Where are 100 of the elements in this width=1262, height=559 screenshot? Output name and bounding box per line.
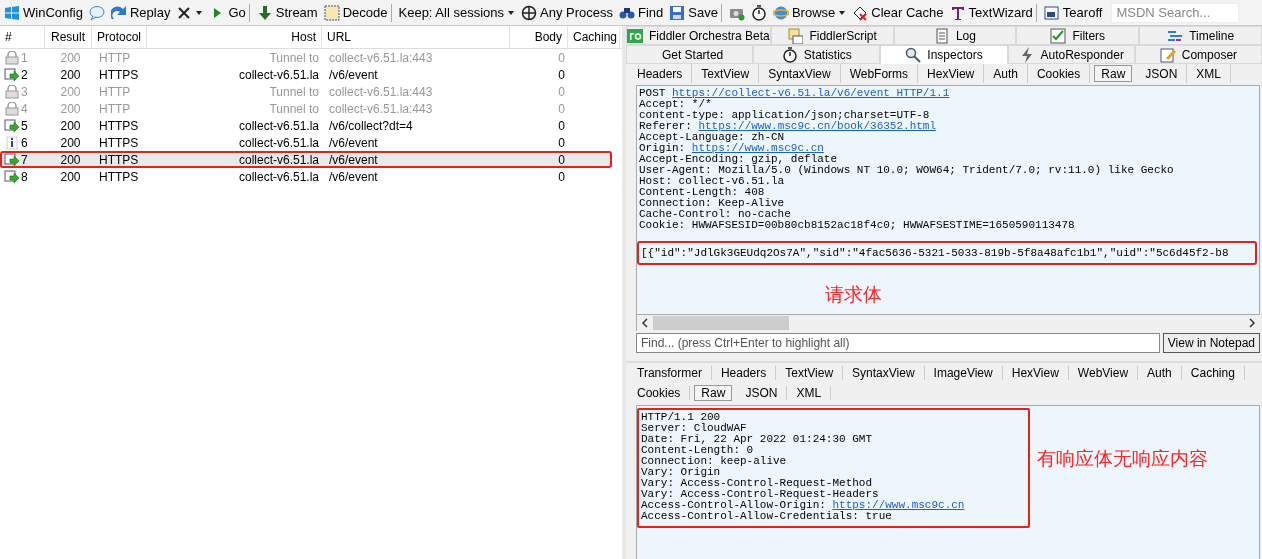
table-cell-text: collect-v6.51.la:443 — [328, 101, 434, 116]
tab[interactable]: JSON — [736, 386, 788, 400]
session-row[interactable]: 8 200 HTTPS collect-v6.51.la /v6/event 0 — [0, 168, 612, 185]
column-header[interactable]: Host — [147, 26, 322, 48]
table-cell-text: HTTP — [98, 50, 132, 65]
tab[interactable]: Auth — [984, 64, 1028, 83]
replay-icon — [110, 4, 127, 21]
tab[interactable]: Raw — [1094, 65, 1133, 82]
toolbar-button[interactable]: Clear Cache — [849, 1, 947, 24]
tab[interactable]: Headers — [711, 366, 777, 380]
header-line: Content-Length: 0 — [640, 445, 754, 456]
table-cell-text: 0 — [557, 84, 566, 99]
toolbar-button[interactable]: Go — [206, 3, 250, 22]
toolbar-button[interactable]: Decode — [320, 3, 392, 22]
header-line: POST https://collect-v6.51.la/v6/event HTTP/1.1 — [638, 88, 951, 99]
table-cell-text: 0 — [557, 152, 566, 167]
link[interactable]: https://www.msc9c.cn/book/36352.html — [698, 120, 937, 132]
link[interactable]: https://www.msc9c.cn — [691, 142, 824, 154]
session-row[interactable]: 7 200 HTTPS collect-v6.51.la /v6/event 0 — [0, 151, 612, 168]
tab[interactable]: Statistics — [753, 45, 881, 64]
tab[interactable]: Get Started — [626, 45, 754, 64]
header-line: Referer: https://www.msc9c.cn/book/36352.html — [638, 121, 938, 132]
session-row[interactable]: 5 200 HTTPS collect-v6.51.la /v6/collect?dt=4 0 — [0, 117, 612, 134]
row-number: 5 — [21, 118, 28, 133]
tab[interactable]: TextView — [692, 64, 760, 83]
column-header[interactable]: URL — [322, 26, 510, 48]
row-number: 1 — [21, 50, 28, 65]
fo-badge-icon — [627, 27, 643, 44]
tab[interactable]: SyntaxView — [843, 366, 925, 380]
toolbar-button[interactable]: Stream — [253, 1, 321, 24]
search-field[interactable]: MSDN Search... — [1111, 2, 1240, 23]
find-field[interactable]: Find... (press Ctrl+Enter to highlight all) — [636, 333, 1160, 353]
header-line: User-Agent: Mozilla/5.0 (Windows NT 10.0; WOW64; Trident/7.0; rv:11.0) like Gecko — [638, 165, 1175, 176]
view-in-notepad-button[interactable]: View in Notepad — [1162, 333, 1260, 353]
toolbar-button[interactable]: Keep: All sessions — [395, 1, 518, 24]
tab[interactable]: Timeline — [1139, 26, 1262, 45]
tab[interactable]: AutoResponder — [1007, 45, 1135, 64]
tab[interactable]: XML — [1187, 64, 1231, 83]
column-header[interactable]: # — [0, 26, 45, 48]
tab[interactable]: Inspectors — [880, 45, 1008, 64]
column-header[interactable]: Body — [510, 26, 568, 48]
header-line: Connection: Keep-Alive — [638, 198, 785, 209]
tab[interactable]: XML — [787, 386, 832, 400]
tab[interactable]: Cookies — [1027, 64, 1091, 83]
row-number: 8 — [21, 169, 28, 184]
tab[interactable]: SyntaxView — [759, 64, 841, 83]
tab[interactable]: ImageView — [924, 366, 1003, 380]
tab[interactable]: TextView — [776, 366, 844, 380]
tab[interactable]: HexView — [1002, 366, 1069, 380]
tab[interactable]: Composer — [1134, 45, 1262, 64]
pencil-note-icon — [1159, 46, 1176, 63]
checkbox-icon — [1050, 27, 1067, 44]
toolbar-button[interactable]: Browse — [769, 1, 850, 24]
row-number: 2 — [21, 67, 28, 82]
column-header[interactable]: Protocol — [92, 26, 147, 48]
link[interactable]: https://www.msc9c.cn — [832, 499, 965, 511]
tab[interactable]: FiddlerScript — [770, 26, 894, 45]
toolbar-button[interactable]: WinConfig — [1, 1, 86, 24]
lock-icon — [4, 84, 20, 99]
tab[interactable]: Log — [893, 26, 1017, 45]
tab[interactable]: Transformer — [628, 366, 712, 380]
table-cell-text: /v6/event — [328, 67, 379, 82]
stopwatch-icon — [781, 46, 798, 63]
tab[interactable]: Auth — [1138, 366, 1182, 380]
session-row[interactable]: 2 200 HTTPS collect-v6.51.la /v6/event 0 — [0, 66, 612, 83]
tab[interactable]: HexView — [918, 64, 985, 83]
header-line: Accept-Language: zh-CN — [638, 132, 785, 143]
tab[interactable]: Fiddler Orchestra Beta — [626, 26, 771, 45]
tab[interactable]: Cookies — [628, 386, 691, 400]
header-line: Vary: Access-Control-Request-Method — [640, 478, 873, 489]
tab[interactable]: Filters — [1016, 26, 1140, 45]
table-cell-text: Tunnel to — [268, 84, 320, 99]
toolbar-button[interactable]: Find — [616, 1, 667, 24]
session-row[interactable]: 6 200 HTTPS collect-v6.51.la /v6/event 0 — [0, 134, 612, 151]
tab[interactable]: WebView — [1068, 366, 1139, 380]
table-cell-text: HTTPS — [98, 135, 140, 150]
header-line: Date: Fri, 22 Apr 2022 01:24:30 GMT — [640, 434, 874, 445]
tab[interactable]: Caching — [1181, 366, 1245, 380]
table-cell-text: collect-v6.51.la — [237, 67, 320, 82]
tab[interactable]: Headers — [628, 64, 693, 83]
toolbar-button[interactable]: Tearoff — [1040, 1, 1106, 24]
windows-icon — [4, 4, 20, 21]
tab[interactable]: WebForms — [840, 64, 919, 83]
toolbar-button[interactable]: Replay — [107, 1, 174, 24]
toolbar-button[interactable]: TextWizard — [946, 3, 1037, 22]
tab[interactable]: Raw — [694, 385, 733, 401]
table-cell-text: HTTPS — [98, 67, 140, 82]
column-header[interactable]: Caching — [568, 26, 620, 48]
arrow-icon — [4, 169, 20, 184]
header-line: Access-Control-Allow-Origin: https://www.msc9c.cn — [640, 500, 965, 511]
link[interactable]: https://collect-v6.51.la/v6/event HTTP/1.1 — [672, 87, 950, 99]
tab[interactable]: JSON — [1136, 64, 1188, 83]
column-header[interactable]: Result — [45, 26, 92, 48]
header-line: Server: CloudWAF — [640, 423, 748, 434]
row-number: 6 — [21, 135, 28, 150]
table-cell-text: 200 — [59, 135, 82, 150]
toolbar-button[interactable]: Any Process — [518, 1, 616, 24]
toolbar-button[interactable]: Save — [666, 3, 722, 22]
crosshair-icon — [521, 4, 537, 21]
header-line: Connection: keep-alive — [640, 456, 788, 467]
